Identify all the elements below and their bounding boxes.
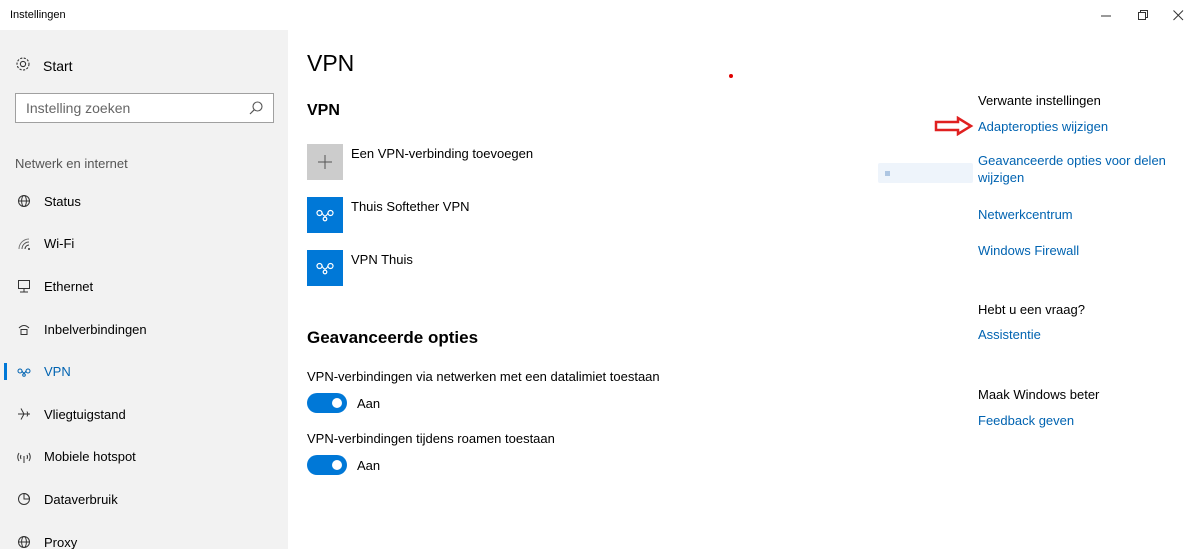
title-bar: Instellingen	[0, 0, 1195, 30]
vpn-connection-name: VPN Thuis	[351, 252, 413, 267]
sidebar-item-vpn[interactable]: VPN	[0, 350, 288, 393]
close-icon	[1172, 9, 1183, 20]
nav-list: Status Wi-Fi Ethernet Inbelverbindingen …	[0, 180, 288, 549]
toggle-switch[interactable]	[307, 393, 347, 413]
advanced-sharing-link[interactable]: Geavanceerde opties voor delen wijzigen	[978, 152, 1178, 186]
windows-firewall-link[interactable]: Windows Firewall	[978, 242, 1079, 259]
roaming-option-label: VPN-verbindingen tijdens roamen toestaan	[307, 431, 555, 446]
sidebar-item-label: Vliegtuigstand	[44, 406, 126, 422]
sidebar: Start Netwerk en internet Status Wi-Fi E…	[0, 30, 288, 549]
sidebar-item-status[interactable]: Status	[0, 180, 288, 223]
section-title: VPN	[307, 102, 340, 119]
sidebar-item-airplane-mode[interactable]: Vliegtuigstand	[0, 393, 288, 436]
toggle-state-label: Aan	[357, 395, 381, 411]
home-button[interactable]: Start	[0, 47, 288, 85]
add-vpn-label: Een VPN-verbinding toevoegen	[351, 146, 534, 161]
sidebar-item-label: Proxy	[44, 534, 78, 549]
search-input[interactable]	[16, 100, 236, 116]
sidebar-item-label: Dataverbruik	[44, 491, 118, 507]
sidebar-item-data-usage[interactable]: Dataverbruik	[0, 478, 288, 521]
restore-icon	[1137, 9, 1148, 20]
page-title: VPN	[307, 50, 355, 76]
app-title: Instellingen	[10, 9, 66, 21]
add-vpn-connection-button[interactable]: Een VPN-verbinding toevoegen	[307, 144, 533, 180]
globe-icon	[15, 193, 33, 209]
wifi-icon	[15, 236, 33, 252]
sidebar-item-label: Ethernet	[44, 278, 94, 294]
sidebar-item-label: Wi-Fi	[44, 236, 75, 252]
home-label: Start	[43, 58, 73, 74]
assistance-link[interactable]: Assistentie	[978, 326, 1041, 343]
feedback-link[interactable]: Feedback geven	[978, 412, 1074, 429]
related-settings-heading: Verwante instellingen	[978, 93, 1101, 108]
sidebar-item-label: Status	[44, 193, 81, 209]
nav-group-label: Netwerk en internet	[15, 156, 128, 171]
advanced-options-title: Geavanceerde opties	[307, 328, 479, 347]
annotation-dot	[729, 74, 733, 78]
gear-icon	[15, 56, 33, 76]
vpn-connection-name: Thuis Softether VPN	[351, 199, 470, 214]
hotspot-icon	[15, 449, 33, 465]
plus-icon	[307, 144, 343, 180]
dialup-icon	[15, 321, 33, 337]
proxy-globe-icon	[15, 534, 33, 549]
airplane-icon	[15, 406, 33, 422]
vpn-connection-item[interactable]: VPN Thuis	[307, 250, 413, 286]
minimize-button[interactable]	[1088, 2, 1124, 28]
sidebar-item-label: Inbelverbindingen	[44, 321, 147, 337]
close-button[interactable]	[1160, 2, 1195, 28]
ethernet-icon	[15, 278, 33, 294]
search-box[interactable]	[15, 93, 274, 123]
toggle-state-label: Aan	[357, 457, 381, 473]
minimize-icon	[1100, 15, 1111, 16]
metered-network-option-label: VPN-verbindingen via netwerken met een d…	[307, 369, 660, 384]
network-center-link[interactable]: Netwerkcentrum	[978, 206, 1073, 223]
sidebar-item-label: Mobiele hotspot	[44, 449, 136, 465]
red-arrow-annotation-icon	[934, 116, 974, 136]
restore-button[interactable]	[1125, 2, 1161, 28]
question-heading: Hebt u een vraag?	[978, 302, 1085, 317]
sidebar-item-mobile-hotspot[interactable]: Mobiele hotspot	[0, 436, 288, 479]
sidebar-item-dialup[interactable]: Inbelverbindingen	[0, 308, 288, 351]
search-icon[interactable]	[248, 100, 264, 116]
faded-tooltip	[878, 163, 973, 183]
vpn-connection-item[interactable]: Thuis Softether VPN	[307, 197, 470, 233]
vpn-connection-icon	[307, 197, 343, 233]
roaming-toggle[interactable]: Aan	[307, 455, 380, 475]
improve-windows-heading: Maak Windows beter	[978, 387, 1100, 402]
sidebar-item-label: VPN	[44, 364, 71, 380]
adapter-options-link[interactable]: Adapteropties wijzigen	[978, 118, 1108, 135]
vpn-icon	[15, 364, 33, 380]
sidebar-item-proxy[interactable]: Proxy	[0, 521, 288, 549]
sidebar-item-ethernet[interactable]: Ethernet	[0, 265, 288, 308]
metered-network-toggle[interactable]: Aan	[307, 393, 380, 413]
data-usage-icon	[15, 491, 33, 507]
sidebar-item-wifi[interactable]: Wi-Fi	[0, 223, 288, 266]
toggle-switch[interactable]	[307, 455, 347, 475]
vpn-connection-icon	[307, 250, 343, 286]
